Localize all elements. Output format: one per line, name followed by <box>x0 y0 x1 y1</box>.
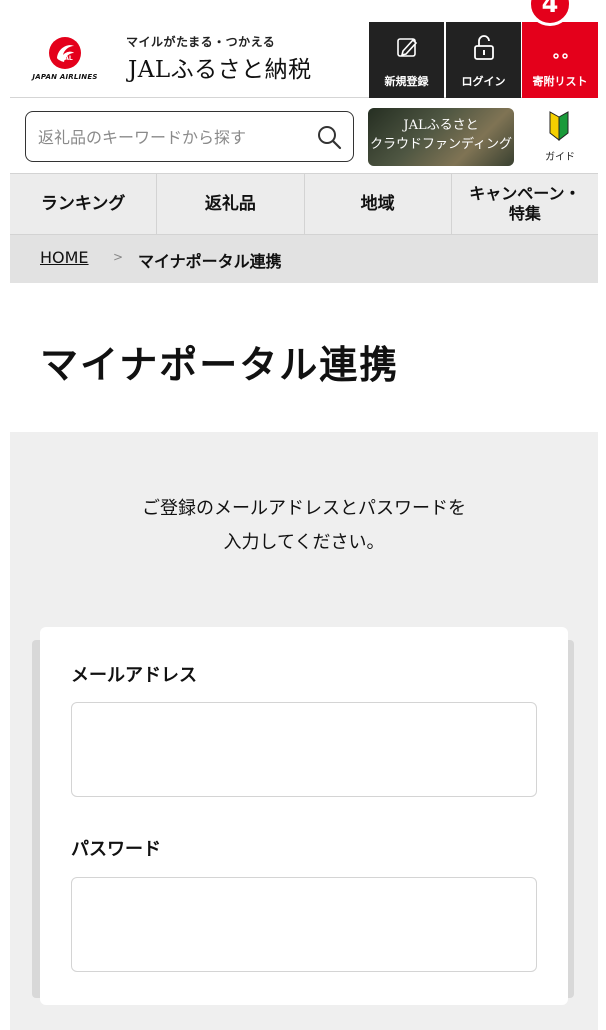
search-box <box>25 111 354 162</box>
register-label: 新規登録 <box>384 75 429 88</box>
email-field[interactable] <box>71 702 537 797</box>
breadcrumb: HOME > マイナポータル連携 <box>10 235 598 283</box>
svg-text:JAL: JAL <box>61 55 73 62</box>
crane-logo-icon: JAL <box>49 37 81 69</box>
site-header: JAL JAPAN AIRLINES マイルがたまる・つかえる JALふるさと納… <box>10 22 598 98</box>
register-button[interactable]: 新規登録 <box>369 22 444 98</box>
logo-text: JAPAN AIRLINES <box>32 73 98 81</box>
crowdfunding-text: JALふるさと クラウドファンディング <box>368 116 514 154</box>
nav-campaign[interactable]: キャンペーン・ 特集 <box>452 174 598 234</box>
login-label: ログイン <box>461 75 506 88</box>
breadcrumb-separator: > <box>113 250 124 264</box>
search-row: JALふるさと クラウドファンディング ガイド <box>10 99 598 172</box>
form-instructions: ご登録のメールアドレスとパスワードを 入力してください。 <box>10 492 598 560</box>
guide-button[interactable]: ガイド <box>530 109 590 167</box>
nav-ranking[interactable]: ランキング <box>10 174 158 234</box>
breadcrumb-current: マイナポータル連携 <box>138 252 282 271</box>
instruction-line-1: ご登録のメールアドレスとパスワードを <box>142 498 466 519</box>
search-icon[interactable] <box>316 124 342 150</box>
password-field[interactable] <box>71 877 537 972</box>
guide-label: ガイド <box>545 152 575 163</box>
beginner-mark-icon <box>549 111 569 141</box>
page-title: マイナポータル連携 <box>40 342 400 387</box>
main-nav: ランキング 返礼品 地域 キャンペーン・ 特集 <box>10 173 598 235</box>
instruction-line-2: 入力してください。 <box>223 532 385 553</box>
email-label: メールアドレス <box>71 665 197 686</box>
cart-icon <box>553 53 568 59</box>
unlock-icon <box>474 35 494 60</box>
login-card: メールアドレス パスワード <box>40 627 568 1005</box>
login-form-section: ご登録のメールアドレスとパスワードを 入力してください。 メールアドレス パスワ… <box>10 432 598 1030</box>
nav-gifts[interactable]: 返礼品 <box>157 174 305 234</box>
nav-region[interactable]: 地域 <box>305 174 452 234</box>
crowdfunding-line1: JALふるさと <box>403 118 479 133</box>
brand-tagline: マイルがたまる・つかえる <box>126 35 276 49</box>
crowdfunding-banner[interactable]: JALふるさと クラウドファンディング <box>368 108 514 166</box>
brand-name[interactable]: JALふるさと納税 <box>128 50 312 84</box>
login-button[interactable]: ログイン <box>446 22 521 98</box>
donation-list-label: 寄附リスト <box>532 75 588 88</box>
search-input[interactable] <box>38 124 308 150</box>
breadcrumb-home-link[interactable]: HOME <box>40 248 89 267</box>
crowdfunding-line2: クラウドファンディング <box>369 137 513 152</box>
jal-logo[interactable]: JAL JAPAN AIRLINES <box>24 34 106 92</box>
page: JAL JAPAN AIRLINES マイルがたまる・つかえる JALふるさと納… <box>10 22 598 1030</box>
password-label: パスワード <box>71 839 161 860</box>
register-pen-icon <box>397 38 418 57</box>
donation-list-button[interactable]: 寄附リスト <box>522 22 598 98</box>
